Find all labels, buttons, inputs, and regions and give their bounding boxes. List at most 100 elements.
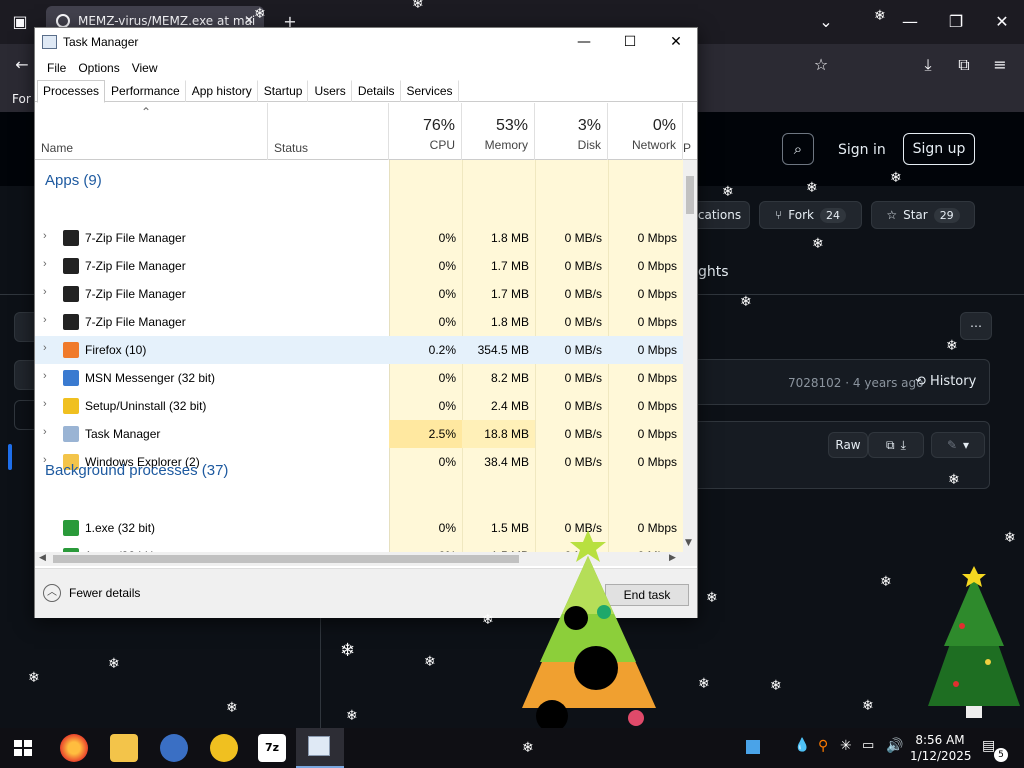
raw-button[interactable]: Raw xyxy=(828,432,868,458)
process-row[interactable]: › 7-Zip File Manager 0% 1.7 MB 0 MB/s 0 Mbps xyxy=(35,252,683,280)
download-raw-icon[interactable]: ⤓ xyxy=(901,438,906,453)
column-disk[interactable]: 3% Disk xyxy=(535,103,608,160)
bookmark-item[interactable]: For xyxy=(12,92,31,106)
disk-value: 0 MB/s xyxy=(564,399,602,413)
expand-chevron-icon[interactable]: › xyxy=(43,398,47,410)
maximize-button[interactable]: ☐ xyxy=(607,28,653,58)
column-power[interactable]: P xyxy=(683,103,697,160)
back-arrow-icon[interactable]: ← xyxy=(10,54,34,76)
menu-file[interactable]: File xyxy=(41,58,72,78)
tab-users[interactable]: Users xyxy=(308,80,352,102)
window-close-button[interactable]: ✕ xyxy=(990,11,1014,33)
history-link[interactable]: ⟲ History xyxy=(915,374,976,389)
volume-icon[interactable]: 🔊 xyxy=(886,738,903,754)
column-disk-label: Disk xyxy=(577,138,601,152)
tray-app-icon[interactable] xyxy=(746,740,760,754)
process-row[interactable]: › MSN Messenger (32 bit) 0% 8.2 MB 0 MB/s 0 M… xyxy=(35,364,683,392)
star-button[interactable]: ☆ Star 29 xyxy=(871,201,975,229)
commit-info[interactable]: 7028102 · 4 years ago xyxy=(788,376,924,390)
process-row[interactable]: › 7-Zip File Manager 0% 1.8 MB 0 MB/s 0 Mbps xyxy=(35,224,683,252)
menu-icon[interactable]: ≡ xyxy=(988,54,1012,76)
tab-list-icon[interactable]: ▣ xyxy=(8,11,32,33)
title-bar[interactable]: Task Manager — ☐ ✕ xyxy=(35,28,697,58)
setup-icon[interactable] xyxy=(210,734,238,762)
7zip-icon[interactable]: 7z xyxy=(258,734,286,762)
copy-download-buttons[interactable]: ⧉ ⤓ xyxy=(868,432,924,458)
system-clock[interactable]: 8:56 AM 1/12/2025 xyxy=(910,732,972,764)
window-minimize-button[interactable]: — xyxy=(898,11,922,33)
memory-total: 53% xyxy=(495,117,528,134)
tray-drop-icon[interactable]: 💧 xyxy=(794,738,810,753)
fork-icon: ⑂ xyxy=(775,208,783,222)
taskmgr-icon xyxy=(63,426,79,442)
scroll-left-icon[interactable]: ◀ xyxy=(39,553,46,563)
column-name[interactable]: Name xyxy=(35,103,268,160)
ornament xyxy=(953,681,959,687)
expand-chevron-icon[interactable]: › xyxy=(43,286,47,298)
bookmark-star-icon[interactable]: ☆ xyxy=(809,54,833,76)
vertical-scrollbar[interactable]: ▼ xyxy=(683,160,697,552)
expand-chevron-icon[interactable]: › xyxy=(43,230,47,242)
scroll-thumb[interactable] xyxy=(686,176,694,214)
more-options-icon[interactable]: ⋯ xyxy=(960,312,992,340)
expand-chevron-icon[interactable]: › xyxy=(43,370,47,382)
tray-search-icon[interactable]: ⚲ xyxy=(818,738,828,754)
insights-tab[interactable]: ghts xyxy=(698,264,729,280)
close-tab-icon[interactable]: ✕ xyxy=(244,13,254,27)
ornament xyxy=(959,623,965,629)
scroll-down-icon[interactable]: ▼ xyxy=(685,538,692,548)
sign-up-button[interactable]: Sign up xyxy=(903,133,975,165)
tray-sparkle-icon[interactable]: ✳ xyxy=(840,738,852,754)
search-icon[interactable]: ⌕ xyxy=(782,133,814,165)
column-status[interactable]: Status xyxy=(268,103,389,160)
copy-icon[interactable]: ⧉ xyxy=(886,438,895,453)
task-manager-icon xyxy=(42,35,57,49)
expand-chevron-icon[interactable]: › xyxy=(43,342,47,354)
menu-view[interactable]: View xyxy=(126,58,164,78)
msn-messenger-icon[interactable] xyxy=(160,734,188,762)
column-network[interactable]: 0% Network xyxy=(608,103,683,160)
process-row[interactable]: › Firefox (10) 0.2% 354.5 MB 0 MB/s 0 Mbps xyxy=(35,336,683,364)
file-explorer-icon[interactable] xyxy=(110,734,138,762)
menu-options[interactable]: Options xyxy=(72,58,125,78)
start-button-icon[interactable] xyxy=(14,740,32,756)
extensions-icon[interactable]: ⧉ xyxy=(952,54,976,76)
download-icon[interactable]: ⤓ xyxy=(916,54,940,76)
sign-in-link[interactable]: Sign in xyxy=(838,142,886,158)
scroll-thumb[interactable] xyxy=(53,555,519,563)
window-restore-button[interactable]: ❐ xyxy=(944,11,968,33)
firefox-icon[interactable] xyxy=(60,734,88,762)
chevron-down-icon[interactable]: ⌄ xyxy=(814,11,838,33)
notifications-button[interactable]: cations xyxy=(690,201,750,229)
cpu-value: 0% xyxy=(438,231,456,245)
expand-chevron-icon[interactable]: › xyxy=(43,258,47,270)
close-button[interactable]: ✕ xyxy=(653,28,699,58)
chevron-down-icon[interactable]: ▾ xyxy=(963,438,969,452)
minimize-button[interactable]: — xyxy=(561,28,607,58)
memory-value: 1.8 MB xyxy=(490,315,529,329)
process-row[interactable]: › Task Manager 2.5% 18.8 MB 0 MB/s 0 Mbps xyxy=(35,420,683,448)
notification-count: 5 xyxy=(994,748,1008,762)
tab-performance[interactable]: Performance xyxy=(105,80,186,102)
column-cpu[interactable]: 76% CPU xyxy=(389,103,462,160)
star-icon: ☆ xyxy=(886,208,898,222)
fork-button[interactable]: ⑂ Fork 24 xyxy=(759,201,862,229)
tab-details[interactable]: Details xyxy=(352,80,401,102)
notification-icon[interactable]: ▤ xyxy=(982,738,995,754)
tab-startup[interactable]: Startup xyxy=(258,80,309,102)
task-manager-taskbar-button[interactable] xyxy=(296,728,344,768)
expand-chevron-icon[interactable]: › xyxy=(43,314,47,326)
process-row[interactable]: › 7-Zip File Manager 0% 1.7 MB 0 MB/s 0 Mbps xyxy=(35,280,683,308)
tab-app-history[interactable]: App history xyxy=(186,80,258,102)
network-icon[interactable]: ▭ xyxy=(862,738,874,753)
tree-layer xyxy=(944,576,1004,646)
column-memory[interactable]: 53% Memory xyxy=(462,103,535,160)
edit-button[interactable]: ✎ ▾ xyxy=(931,432,985,458)
pencil-icon[interactable]: ✎ xyxy=(947,438,957,452)
expand-chevron-icon[interactable]: › xyxy=(43,426,47,438)
process-row[interactable]: › Setup/Uninstall (32 bit) 0% 2.4 MB 0 MB/s 0… xyxy=(35,392,683,420)
tab-processes[interactable]: Processes xyxy=(37,80,106,103)
fewer-details-button[interactable]: ︿ Fewer details xyxy=(43,584,140,602)
tab-services[interactable]: Services xyxy=(401,80,459,102)
process-row[interactable]: › 7-Zip File Manager 0% 1.8 MB 0 MB/s 0 Mbps xyxy=(35,308,683,336)
